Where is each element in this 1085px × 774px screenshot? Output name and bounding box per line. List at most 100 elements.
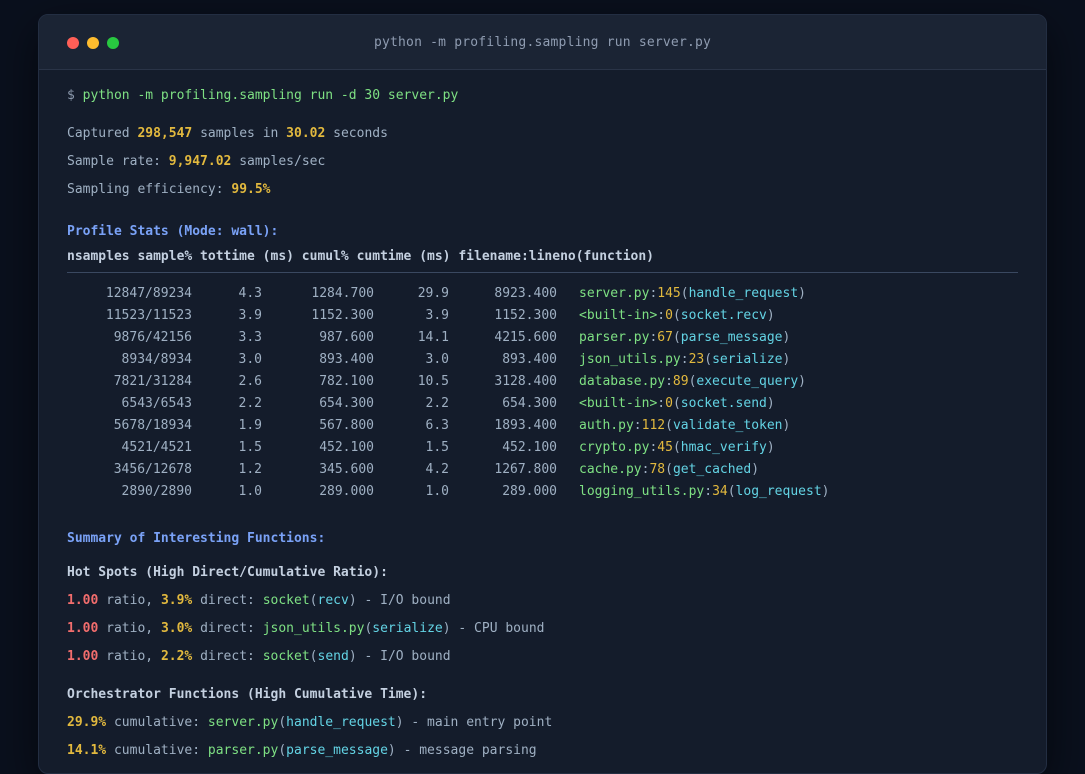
command-text: python -m profiling.sampling run -d 30 s… (82, 88, 459, 103)
col-cumul-pct: 2.2 (425, 396, 449, 411)
col-sample-pct: 1.5 (238, 440, 262, 455)
line-number: 23 (688, 352, 705, 367)
colon-separator: : (680, 352, 689, 367)
orchestrator-item: 14.1% cumulative: parser.py(parse_messag… (67, 737, 1018, 765)
col-sample-pct: 3.3 (238, 330, 262, 345)
col-tottime: 1284.700 (311, 286, 374, 301)
window-titlebar: python -m profiling.sampling run server.… (39, 15, 1046, 70)
terminal-window: python -m profiling.sampling run server.… (38, 14, 1047, 774)
file-name: json_utils.py (579, 352, 681, 367)
colon-separator: : (704, 484, 713, 499)
direct-label: direct: (192, 621, 263, 636)
file-location: logging_utils.py:34(log_request) (579, 484, 829, 499)
window-title: python -m profiling.sampling run server.… (373, 34, 712, 50)
function-name: handle_request (688, 286, 799, 301)
col-cumul-pct: 1.0 (425, 484, 449, 499)
ratio-label: ratio, (98, 621, 161, 636)
col-nsamples: 3456/12678 (113, 462, 192, 477)
paren-close: ) (442, 621, 451, 636)
stats-table: 12847/89234 4.3 1284.700 29.9 8923.400 server… (67, 283, 1018, 503)
function-name: socket.send (680, 396, 767, 411)
file-name: <built-in> (579, 396, 658, 411)
ratio-label: ratio, (98, 649, 161, 664)
item-note: - CPU bound (450, 621, 545, 636)
item-note: - I/O bound (356, 593, 451, 608)
file-location: database.py:89(execute_query) (579, 374, 806, 389)
line-number: 145 (657, 286, 681, 301)
paren-close: ) (798, 374, 806, 389)
line-number: 89 (672, 374, 689, 389)
direct-pct: 3.0% (160, 621, 193, 636)
paren-close: ) (766, 440, 775, 455)
col-cumtime: 3128.400 (494, 374, 557, 389)
col-cumul-pct: 29.9 (417, 286, 449, 301)
sample-rate-line: Sample rate: 9,947.02 samples/sec (67, 148, 1018, 176)
col-cumtime: 452.100 (502, 440, 557, 455)
col-sample-pct: 1.0 (238, 484, 262, 499)
col-sample-pct: 2.2 (238, 396, 262, 411)
file-location: parser.py:67(parse_message) (579, 330, 790, 345)
minimize-button[interactable] (87, 37, 99, 49)
table-row: 12847/89234 4.3 1284.700 29.9 8923.400 server… (67, 283, 1018, 305)
summary-heading: Summary of Interesting Functions: (67, 531, 326, 546)
direct-label: direct: (192, 593, 263, 608)
paren-open: ( (680, 286, 689, 301)
shell-prompt: $ (67, 88, 83, 103)
function-name: parse_message (286, 743, 388, 758)
paren-open: ( (727, 484, 736, 499)
paren-open: ( (704, 352, 713, 367)
paren-close: ) (751, 462, 760, 477)
col-nsamples: 12847/89234 (105, 286, 192, 301)
table-row: 5678/18934 1.9 567.800 6.3 1893.400 auth.py:1… (67, 415, 1018, 437)
hot-spots-heading: Hot Spots (High Direct/Cumulative Ratio)… (67, 565, 388, 580)
table-row: 9876/42156 3.3 987.600 14.1 4215.600 parser.p… (67, 327, 1018, 349)
target-name: json_utils.py (262, 621, 365, 636)
file-location: <built-in>:0(socket.send) (579, 396, 775, 411)
table-row: 11523/11523 3.9 1152.300 3.9 1152.300 <built-… (67, 305, 1018, 327)
captured-pre: Captured (67, 126, 138, 141)
line-number: 67 (657, 330, 673, 345)
hot-spot-item: 1.00 ratio, 2.2% direct: socket(send) - … (67, 643, 1018, 671)
col-cumtime: 8923.400 (494, 286, 557, 301)
paren-close: ) (821, 484, 830, 499)
file-name: cache.py (579, 462, 642, 477)
function-name: get_cached (672, 462, 752, 477)
paren-open: ( (309, 649, 318, 664)
paren-close: ) (395, 715, 404, 730)
paren-close: ) (782, 330, 791, 345)
col-cumul-pct: 10.5 (417, 374, 449, 389)
maximize-button[interactable] (107, 37, 119, 49)
file-location: crypto.py:45(hmac_verify) (579, 440, 775, 455)
paren-open: ( (278, 743, 287, 758)
table-row: 6543/6543 2.2 654.300 2.2 654.300 <built-in>:… (67, 393, 1018, 415)
col-cumul-pct: 14.1 (417, 330, 449, 345)
close-button[interactable] (67, 37, 79, 49)
captured-post: seconds (325, 126, 388, 141)
item-note: - I/O bound (356, 649, 451, 664)
target-name: parser.py (207, 743, 279, 758)
cumulative-label: cumulative: (106, 715, 208, 730)
colon-separator: : (657, 396, 666, 411)
col-cumtime: 289.000 (502, 484, 557, 499)
colon-separator: : (657, 308, 666, 323)
paren-open: ( (672, 308, 681, 323)
hot-spots-list: 1.00 ratio, 3.9% direct: socket(recv) - … (67, 587, 1018, 671)
item-note: - main entry point (403, 715, 553, 730)
line-number: 0 (665, 396, 673, 411)
rate-label: Sample rate: (67, 154, 169, 169)
col-tottime: 345.600 (319, 462, 374, 477)
col-sample-pct: 3.0 (238, 352, 262, 367)
colon-separator: : (665, 374, 673, 389)
line-number: 78 (649, 462, 666, 477)
file-location: server.py:145(handle_request) (579, 286, 806, 301)
paren-open: ( (309, 593, 318, 608)
col-tottime: 567.800 (319, 418, 374, 433)
col-nsamples: 11523/11523 (105, 308, 192, 323)
target-name: server.py (207, 715, 279, 730)
samples-count: 298,547 (137, 126, 193, 141)
colon-separator: : (633, 418, 642, 433)
efficiency-value: 99.5% (231, 182, 271, 197)
target-name: socket (262, 649, 310, 664)
col-cumtime: 1152.300 (494, 308, 557, 323)
table-row: 3456/12678 1.2 345.600 4.2 1267.800 cache.py:… (67, 459, 1018, 481)
